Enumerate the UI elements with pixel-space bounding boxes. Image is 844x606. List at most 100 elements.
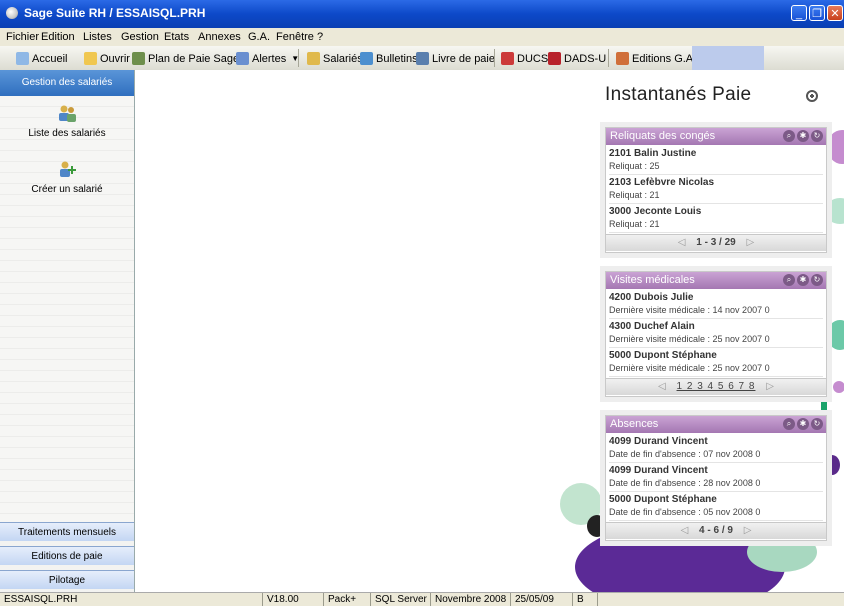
task-creer-salarie[interactable]: Créer un salarié [0, 160, 134, 195]
decor-shape [827, 130, 844, 164]
toolbar-separator [298, 49, 299, 67]
search-icon[interactable]: ⌕ [783, 130, 795, 142]
list-item-name[interactable]: 2103 Lefèbvre Nicolas [609, 176, 823, 189]
list-item-name[interactable]: 4300 Duchef Alain [609, 320, 823, 333]
prev-page-icon[interactable]: ◁ [658, 381, 666, 392]
list-item-detail: Reliquat : 25 [609, 160, 823, 175]
toolbar: Accueil Ouvrir Plan de Paie Sage Alertes… [0, 46, 844, 71]
next-page-icon[interactable]: ▷ [766, 381, 774, 392]
ouvrir-button[interactable]: Ouvrir [84, 51, 130, 66]
status-period: Novembre 2008 [430, 593, 506, 606]
list-item-name[interactable]: 4200 Dubois Julie [609, 291, 823, 304]
gear-icon[interactable]: ✱ [797, 274, 809, 286]
widget-pagination: ◁ 1 - 3 / 29 ▷ [606, 234, 826, 251]
gear-icon[interactable]: ✱ [797, 130, 809, 142]
gear-icon[interactable]: ✱ [797, 418, 809, 430]
decor-shape [827, 320, 844, 350]
tab-traitements-mensuels[interactable]: Traitements mensuels [0, 522, 134, 541]
list-item-name[interactable]: 2101 Balin Justine [609, 147, 823, 160]
menu-bar: Fichier Edition Listes Gestion Etats Ann… [0, 28, 844, 46]
widget-body: 2101 Balin Justine Reliquat : 25 2103 Le… [606, 145, 826, 233]
widget-header: Visites médicales ⌕ ✱ ↻ [606, 272, 826, 289]
folder-icon [84, 52, 97, 65]
widget-pagination: ◁ 4 - 6 / 9 ▷ [606, 522, 826, 539]
status-empty [597, 593, 842, 606]
toolbar-tail [692, 46, 764, 70]
list-item-detail: Date de fin d'absence : 05 nov 2008 0 [609, 506, 823, 521]
task-label: Créer un salarié [31, 184, 103, 195]
dads-button[interactable]: DADS-U [548, 51, 606, 66]
document-icon [360, 52, 373, 65]
home-icon [16, 52, 29, 65]
status-database: ESSAISQL.PRH [4, 594, 78, 605]
plan-de-paie-button[interactable]: Plan de Paie Sage [132, 51, 239, 66]
refresh-icon[interactable]: ↻ [811, 130, 823, 142]
task-liste-salaries[interactable]: Liste des salariés [0, 104, 134, 139]
widget-body: 4099 Durand Vincent Date de fin d'absenc… [606, 433, 826, 521]
app-icon [6, 7, 18, 19]
status-version: V18.00 [262, 593, 299, 606]
list-item-name[interactable]: 3000 Jeconte Louis [609, 205, 823, 218]
menu-fenetre[interactable]: Fenêtre [276, 31, 314, 43]
status-date: 25/05/09 [510, 593, 554, 606]
decor-shape [821, 397, 827, 417]
refresh-icon[interactable]: ↻ [811, 418, 823, 430]
menu-ga[interactable]: G.A. [248, 31, 270, 43]
ledger-icon [416, 52, 429, 65]
salaries-button[interactable]: Salariés [307, 51, 363, 66]
menu-fichier[interactable]: Fichier [6, 31, 39, 43]
minimize-button[interactable]: _ [791, 5, 807, 21]
status-pack: Pack+ [323, 593, 356, 606]
add-widget-icon[interactable] [806, 90, 818, 102]
list-item-name[interactable]: 4099 Durand Vincent [609, 435, 823, 448]
bulletins-button[interactable]: Bulletins [360, 51, 418, 66]
widget-header: Absences ⌕ ✱ ↻ [606, 416, 826, 433]
next-page-icon[interactable]: ▷ [744, 525, 752, 536]
tab-pilotage[interactable]: Pilotage [0, 570, 134, 589]
sidebar-header[interactable]: Gestion des salariés [0, 70, 134, 96]
ducs-icon [501, 52, 514, 65]
prev-page-icon[interactable]: ◁ [681, 525, 689, 536]
editions-ga-button[interactable]: Editions G.A. [616, 51, 696, 66]
menu-listes[interactable]: Listes [83, 31, 112, 43]
widget-visites-medicales: Visites médicales ⌕ ✱ ↻ 4200 Dubois Juli… [605, 271, 827, 397]
close-button[interactable]: ✕ [827, 5, 843, 21]
tab-editions-de-paie[interactable]: Editions de paie [0, 546, 134, 565]
toolbar-separator [494, 49, 495, 67]
accueil-button[interactable]: Accueil [16, 51, 67, 66]
main-panel: Instantanés Paie Reliquats des congés ⌕ … [135, 70, 844, 592]
next-page-icon[interactable]: ▷ [747, 237, 755, 248]
page-title: Instantanés Paie [605, 84, 752, 105]
menu-etats[interactable]: Etats [164, 31, 189, 43]
ducs-button[interactable]: DUCS [501, 51, 548, 66]
list-item-detail: Reliquat : 21 [609, 218, 823, 233]
status-flag: B [572, 593, 597, 606]
alertes-button[interactable]: Alertes ▼ [236, 51, 299, 66]
person-icon [307, 52, 320, 65]
search-icon[interactable]: ⌕ [783, 418, 795, 430]
widget-header: Reliquats des congés ⌕ ✱ ↻ [606, 128, 826, 145]
window-title: Sage Suite RH / ESSAISQL.PRH [24, 6, 206, 20]
employees-list-icon [59, 105, 76, 122]
list-item-detail: Dernière visite médicale : 25 nov 2007 0 [609, 362, 823, 377]
menu-help[interactable]: ? [317, 31, 323, 43]
decor-shape [833, 381, 844, 393]
search-icon[interactable]: ⌕ [783, 274, 795, 286]
list-item-name[interactable]: 5000 Dupont Stéphane [609, 349, 823, 362]
list-item-name[interactable]: 5000 Dupont Stéphane [609, 493, 823, 506]
dads-icon [548, 52, 561, 65]
prev-page-icon[interactable]: ◁ [678, 237, 686, 248]
menu-annexes[interactable]: Annexes [198, 31, 241, 43]
decor-shape [587, 515, 607, 537]
list-item-name[interactable]: 4099 Durand Vincent [609, 464, 823, 477]
task-label: Liste des salariés [28, 128, 106, 139]
toolbar-separator [608, 49, 609, 67]
list-item-detail: Date de fin d'absence : 07 nov 2008 0 [609, 448, 823, 463]
widget-reliquats: Reliquats des congés ⌕ ✱ ↻ 2101 Balin Ju… [605, 127, 827, 253]
menu-edition[interactable]: Edition [41, 31, 75, 43]
menu-gestion[interactable]: Gestion [121, 31, 159, 43]
status-server: SQL Server [370, 593, 427, 606]
maximize-button[interactable]: ❐ [809, 5, 825, 21]
refresh-icon[interactable]: ↻ [811, 274, 823, 286]
livre-de-paie-button[interactable]: Livre de paie [416, 51, 495, 66]
